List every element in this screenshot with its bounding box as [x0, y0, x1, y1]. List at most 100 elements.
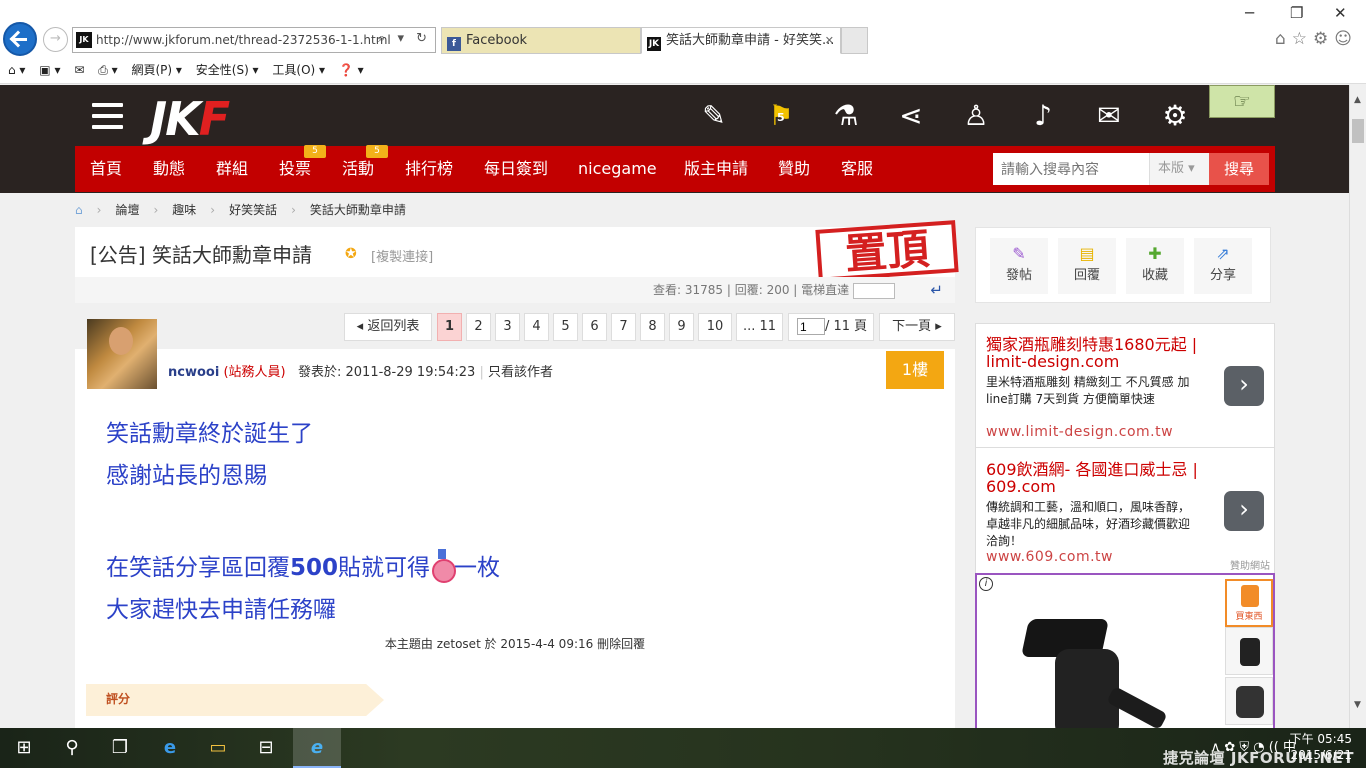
only-author-link[interactable]: 只看該作者	[488, 365, 553, 380]
ad-609[interactable]: 609飲酒網- 各國進口威士忌 | 609.com 傳統調和工藝，溫和順口，風味…	[976, 449, 1274, 573]
home-icon[interactable]: ⌂	[75, 203, 83, 217]
vertical-scrollbar[interactable]: ▲ ▼	[1349, 85, 1366, 728]
crumb-forum[interactable]: 論壇	[115, 203, 139, 217]
floor-jump-input[interactable]	[853, 282, 895, 299]
flask-icon[interactable]: ⚗	[828, 100, 864, 134]
page-7[interactable]: 7	[611, 313, 636, 341]
mail-button[interactable]: ✉	[74, 63, 84, 77]
search-icon[interactable]: ⚲	[48, 728, 96, 768]
feeds-menu-button[interactable]: ▣ ▾	[39, 63, 60, 77]
page-1[interactable]: 1	[437, 313, 462, 341]
chevron-right-icon[interactable]: ›	[1224, 491, 1264, 531]
tab-close-icon[interactable]: ✕	[825, 28, 834, 53]
pointer-hand-icon[interactable]: ☞	[1209, 85, 1275, 118]
nav-checkin[interactable]: 每日簽到	[484, 146, 548, 192]
page-11[interactable]: ... 11	[736, 313, 783, 341]
tab-jkf[interactable]: JK 笑話大師勳章申請 - 好笑笑... ✕	[641, 27, 841, 54]
share-icon[interactable]: ⋖	[893, 100, 929, 134]
user-icon[interactable]: ♙	[958, 100, 994, 134]
page-8[interactable]: 8	[640, 313, 665, 341]
nav-ranking[interactable]: 排行榜	[405, 146, 453, 192]
info-icon[interactable]: i	[979, 577, 993, 591]
nav-nicegame[interactable]: nicegame	[578, 146, 657, 192]
site-logo[interactable]: JKF	[150, 92, 230, 146]
reply-button[interactable]: ▤ 回覆	[1058, 238, 1116, 294]
page-2[interactable]: 2	[466, 313, 491, 341]
nav-sponsor[interactable]: 贊助	[778, 146, 810, 192]
scroll-thumb[interactable]	[1352, 119, 1364, 143]
search-scope-select[interactable]: 本版 ▾	[1149, 153, 1209, 185]
product-thumbnail[interactable]	[1225, 677, 1273, 725]
next-page-button[interactable]: 下一頁 ▸	[879, 313, 955, 341]
ad-limit-design[interactable]: 獨家酒瓶雕刻特惠1680元起 | limit-design.com 里米特酒瓶雕…	[976, 324, 1274, 448]
nav-support[interactable]: 客服	[841, 146, 873, 192]
floor-jump-go-icon[interactable]: ↵	[930, 281, 943, 299]
page-6[interactable]: 6	[582, 313, 607, 341]
file-explorer-icon[interactable]: ▭	[194, 728, 242, 768]
search-button[interactable]: 搜尋	[1209, 153, 1269, 185]
avatar[interactable]	[87, 319, 157, 389]
tools-menu[interactable]: 工具(O) ▾	[272, 63, 325, 77]
author-name[interactable]: ncwooi	[168, 365, 219, 380]
search-input[interactable]	[993, 153, 1149, 185]
restore-button[interactable]: ❐	[1290, 4, 1303, 22]
start-button[interactable]: ⊞	[0, 728, 48, 768]
page-4[interactable]: 4	[524, 313, 549, 341]
back-to-list-button[interactable]: ◂ 返回列表	[344, 313, 432, 341]
address-bar[interactable]: JK http://www.jkforum.net/thread-2372536…	[72, 27, 436, 53]
edge-icon[interactable]: e	[146, 728, 194, 768]
store-icon[interactable]: ⊟	[242, 728, 290, 768]
facebook-icon: f	[447, 37, 461, 51]
hamburger-menu-icon[interactable]	[92, 103, 123, 129]
post-new-button[interactable]: ✎ 發帖	[990, 238, 1048, 294]
crumb-fun[interactable]: 趣味	[172, 203, 196, 217]
minimize-button[interactable]: ─	[1245, 4, 1254, 22]
bell-icon[interactable]: ♪	[1025, 100, 1061, 134]
close-button[interactable]: ✕	[1334, 4, 1347, 22]
nav-feed[interactable]: 動態	[153, 146, 185, 192]
breadcrumb-separator: ›	[153, 203, 159, 217]
help-menu[interactable]: ❓ ▾	[339, 63, 364, 77]
page-10[interactable]: 10	[698, 313, 732, 341]
browser-toolbar-icons[interactable]: ⌂☆⚙☺	[1275, 29, 1358, 49]
scroll-down-icon[interactable]: ▼	[1354, 700, 1361, 710]
url-text[interactable]: http://www.jkforum.net/thread-2372536-1-…	[96, 33, 391, 47]
nav-groups[interactable]: 群組	[216, 146, 248, 192]
product-image[interactable]	[1017, 619, 1168, 739]
image-ad[interactable]: i 買東西	[975, 573, 1275, 739]
page-9[interactable]: 9	[669, 313, 694, 341]
ad-title[interactable]: 獨家酒瓶雕刻特惠1680元起 | limit-design.com	[986, 336, 1206, 370]
crumb-jokes[interactable]: 好笑笑話	[229, 203, 277, 217]
favorite-button[interactable]: ✚ 收藏	[1126, 238, 1184, 294]
print-menu-button[interactable]: ⎙ ▾	[98, 63, 117, 77]
chevron-right-icon[interactable]: ›	[1224, 366, 1264, 406]
crumb-thread[interactable]: 笑話大師勳章申請	[310, 203, 406, 217]
nav-home[interactable]: 首頁	[90, 146, 122, 192]
page-menu[interactable]: 網頁(P) ▾	[131, 63, 181, 77]
edit-icon[interactable]: ✎	[696, 100, 732, 134]
copy-link[interactable]: [複製連接]	[371, 246, 433, 265]
tab-facebook[interactable]: f Facebook	[441, 27, 641, 54]
gear-icon[interactable]: ⚙	[1157, 100, 1193, 134]
safety-menu[interactable]: 安全性(S) ▾	[196, 63, 259, 77]
home-menu-button[interactable]: ⌂ ▾	[8, 63, 25, 77]
new-tab-button[interactable]	[841, 27, 868, 54]
ad-title[interactable]: 609飲酒網- 各國進口威士忌 | 609.com	[986, 461, 1206, 495]
nav-moderator-apply[interactable]: 版主申請	[684, 146, 748, 192]
back-button[interactable]	[3, 22, 37, 56]
mail-icon[interactable]: ✉	[1091, 100, 1127, 134]
page-jump-input[interactable]	[797, 318, 825, 335]
forward-button[interactable]: →	[43, 27, 68, 52]
breadcrumb-separator: ›	[96, 203, 102, 217]
ad-url[interactable]: www.limit-design.com.tw	[986, 424, 1173, 440]
product-thumbnail[interactable]	[1225, 627, 1273, 675]
page-3[interactable]: 3	[495, 313, 520, 341]
scroll-up-icon[interactable]: ▲	[1354, 95, 1361, 105]
task-view-icon[interactable]: ❐	[96, 728, 144, 768]
ad-url[interactable]: www.609.com.tw	[986, 549, 1113, 565]
share-button[interactable]: ⇗ 分享	[1194, 238, 1252, 294]
address-controls[interactable]: ⌕ ▾ ↻	[378, 31, 431, 46]
page-5[interactable]: 5	[553, 313, 578, 341]
shop-icon[interactable]: 買東西	[1225, 579, 1273, 627]
internet-explorer-icon[interactable]: e	[293, 728, 341, 768]
